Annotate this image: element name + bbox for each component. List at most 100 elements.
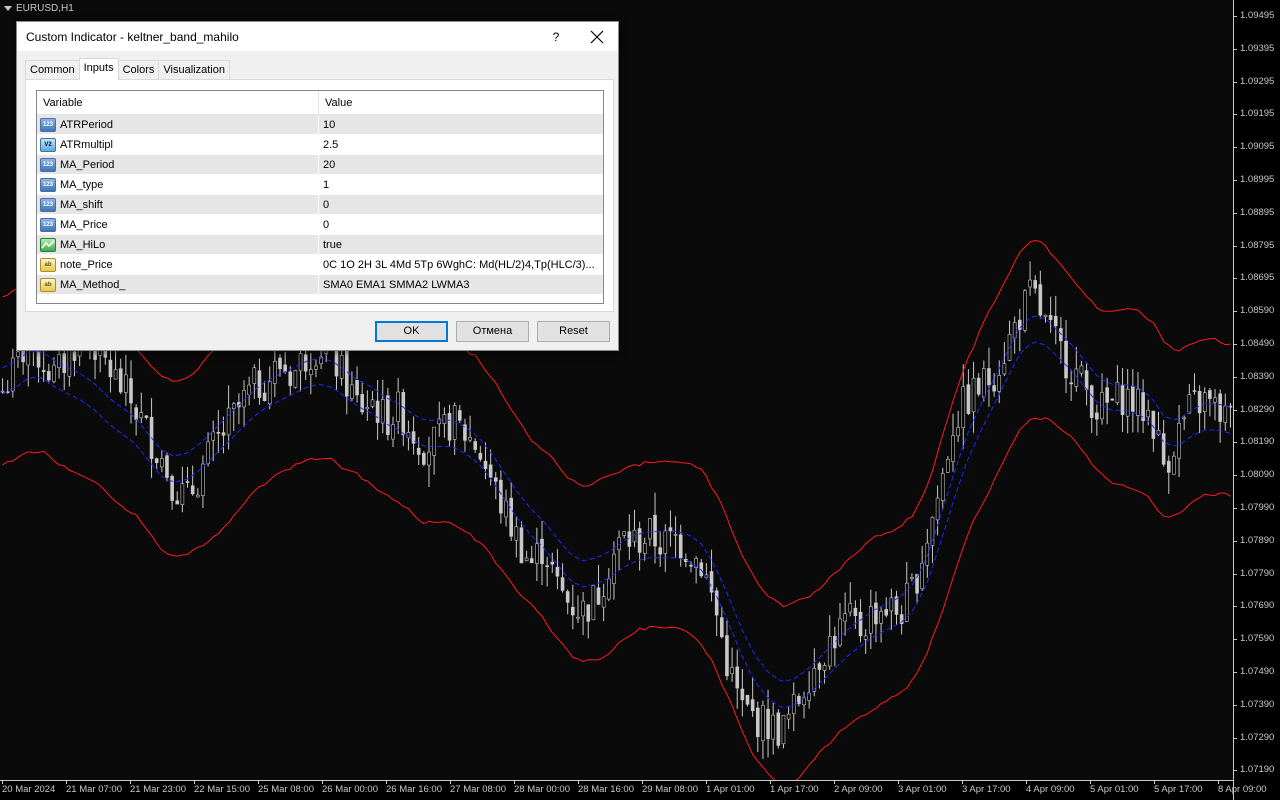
candle-body xyxy=(524,557,529,562)
candle-body xyxy=(483,460,488,470)
candle-body xyxy=(1172,455,1176,475)
price-label: 1.09095 xyxy=(1240,141,1275,153)
ok-button[interactable]: OK xyxy=(375,321,448,342)
input-row[interactable]: 123 MA_type 1 xyxy=(37,175,603,195)
candle-body xyxy=(1033,280,1038,289)
input-row[interactable]: 123 MA_shift 0 xyxy=(37,195,603,215)
candle-body xyxy=(175,500,180,505)
column-header-variable[interactable]: Variable xyxy=(37,91,319,114)
input-row[interactable]: 123 MA_Period 20 xyxy=(37,155,603,175)
price-axis[interactable]: 1.09495 1.09395 1.09295 1.09195 1.09095 1.089… xyxy=(1233,0,1280,800)
candle-body xyxy=(1053,315,1058,327)
price-label: 1.08995 xyxy=(1240,174,1275,185)
candle-body xyxy=(555,567,560,577)
input-value-cell[interactable]: true xyxy=(319,235,603,254)
price-tick xyxy=(1233,639,1237,641)
input-value-cell[interactable]: 2.5 xyxy=(319,135,603,154)
input-row[interactable]: 123 ATRPeriod 10 xyxy=(37,115,603,135)
candle-body xyxy=(591,585,596,621)
input-row[interactable]: MA_HiLo true xyxy=(37,235,603,255)
tab-colors[interactable]: Colors xyxy=(117,60,160,80)
input-variable-cell: 123 ATRPeriod xyxy=(37,115,319,134)
input-row[interactable]: 123 MA_Price 0 xyxy=(37,215,603,235)
candle-body xyxy=(581,600,585,617)
cancel-button[interactable]: Отмена xyxy=(456,321,529,342)
candle-body xyxy=(956,427,960,437)
time-label: 21 Mar 23:00 xyxy=(130,784,186,795)
candle-body xyxy=(478,453,483,460)
candle-body xyxy=(72,351,77,361)
input-value-cell[interactable]: SMA0 EMA1 SMMA2 LWMA3 xyxy=(319,275,603,294)
input-value-cell[interactable]: 0 xyxy=(319,195,603,214)
candle-body xyxy=(309,369,313,376)
chart-symbol-label[interactable]: EURUSD,H1 xyxy=(4,3,74,14)
close-button[interactable] xyxy=(585,26,609,48)
candle-body xyxy=(606,578,611,600)
candle-body xyxy=(0,390,5,393)
candle-body xyxy=(350,384,354,399)
candle-body xyxy=(791,693,796,714)
input-variable-cell: MA_HiLo xyxy=(37,235,319,254)
input-value-cell[interactable]: 1 xyxy=(319,175,603,194)
reset-button[interactable]: Reset xyxy=(537,321,610,342)
candle-body xyxy=(1084,370,1089,390)
candle-body xyxy=(386,395,390,435)
input-row[interactable]: ab note_Price 0C 1O 2H 3L 4Md 5Tp 6WghC: M… xyxy=(37,255,603,275)
time-label: 5 Apr 01:00 xyxy=(1090,784,1139,795)
int-type-icon: 123 xyxy=(40,197,56,212)
candle-body xyxy=(586,604,591,622)
time-axis[interactable]: 20 Mar 2024 21 Mar 07:00 21 Mar 23:00 22 Ma… xyxy=(0,780,1267,800)
candle-body xyxy=(1115,382,1120,403)
dialog-titlebar[interactable]: Custom Indicator - keltner_band_mahilo ? xyxy=(17,22,618,51)
input-variable-cell: ab MA_Method_ xyxy=(37,275,319,294)
candle-body xyxy=(725,635,729,677)
candle-body xyxy=(1146,409,1151,418)
tab-common[interactable]: Common xyxy=(25,60,80,80)
chevron-down-icon[interactable] xyxy=(4,6,12,11)
candle-body xyxy=(822,664,827,671)
candle-body xyxy=(1079,365,1084,374)
candle-body xyxy=(298,353,303,372)
candle-body xyxy=(519,527,524,564)
candle-body xyxy=(458,410,462,421)
input-value-cell[interactable]: 20 xyxy=(319,155,603,174)
inputs-grid: Variable Value 123 ATRPeriod 10 V2 ATRmultip… xyxy=(36,90,604,304)
candle-body xyxy=(422,453,426,465)
candle-body xyxy=(257,370,262,398)
input-value-cell[interactable]: 0 xyxy=(319,215,603,234)
variable-name: MA_Method_ xyxy=(60,278,126,291)
candle-body xyxy=(663,530,668,554)
price-label: 1.08390 xyxy=(1240,370,1275,382)
price-label: 1.07290 xyxy=(1240,731,1275,743)
input-row[interactable]: V2 ATRmultipl 2.5 xyxy=(37,135,603,155)
string-type-icon: ab xyxy=(40,277,56,292)
price-label: 1.08895 xyxy=(1240,206,1275,218)
candle-body xyxy=(493,477,498,482)
candle-body xyxy=(879,611,883,624)
price-tick xyxy=(1233,114,1237,116)
time-label: 1 Apr 01:00 xyxy=(706,784,755,795)
candle-body xyxy=(771,714,775,740)
candle-body xyxy=(1177,423,1181,459)
tab-visualization[interactable]: Visualization xyxy=(158,60,230,80)
candle-body xyxy=(247,384,251,396)
candle-body xyxy=(601,596,606,608)
candle-body xyxy=(370,399,375,407)
candle-body xyxy=(1095,412,1099,420)
input-value-cell[interactable]: 0C 1O 2H 3L 4Md 5Tp 6WghC: Md(HL/2)4,Tp(… xyxy=(319,255,603,274)
candle-body xyxy=(1069,382,1073,385)
input-value-cell[interactable]: 10 xyxy=(319,115,603,134)
price-tick xyxy=(1233,442,1237,444)
candle-body xyxy=(41,370,46,373)
candle-body xyxy=(165,455,169,478)
candle-body xyxy=(910,577,914,579)
candle-body xyxy=(339,355,344,379)
candle-body xyxy=(355,379,359,396)
candle-body xyxy=(1110,398,1115,401)
tab-inputs[interactable]: Inputs xyxy=(78,58,119,80)
input-row[interactable]: ab MA_Method_ SMA0 EMA1 SMMA2 LWMA3 xyxy=(37,275,603,295)
help-button[interactable]: ? xyxy=(545,27,567,47)
column-header-value[interactable]: Value xyxy=(319,91,603,114)
variable-name: MA_type xyxy=(60,178,104,191)
candle-body xyxy=(1017,319,1022,330)
